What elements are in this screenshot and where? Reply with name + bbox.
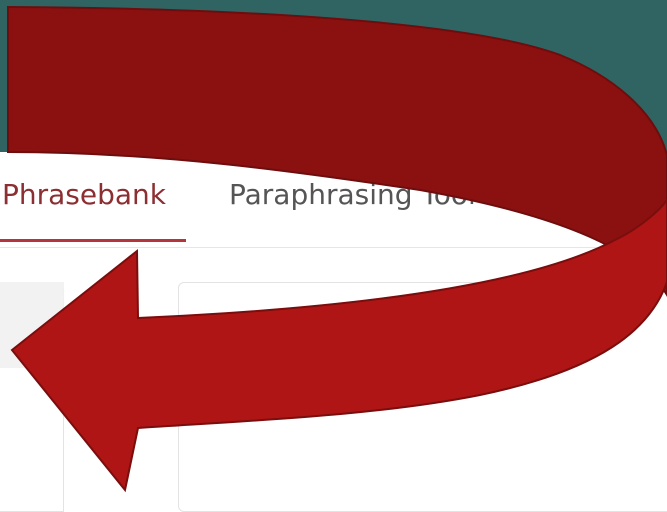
curved-arrow-front	[10, 198, 667, 493]
curved-arrow-back	[7, 5, 667, 297]
curved-arrow-icon	[7, 5, 667, 493]
